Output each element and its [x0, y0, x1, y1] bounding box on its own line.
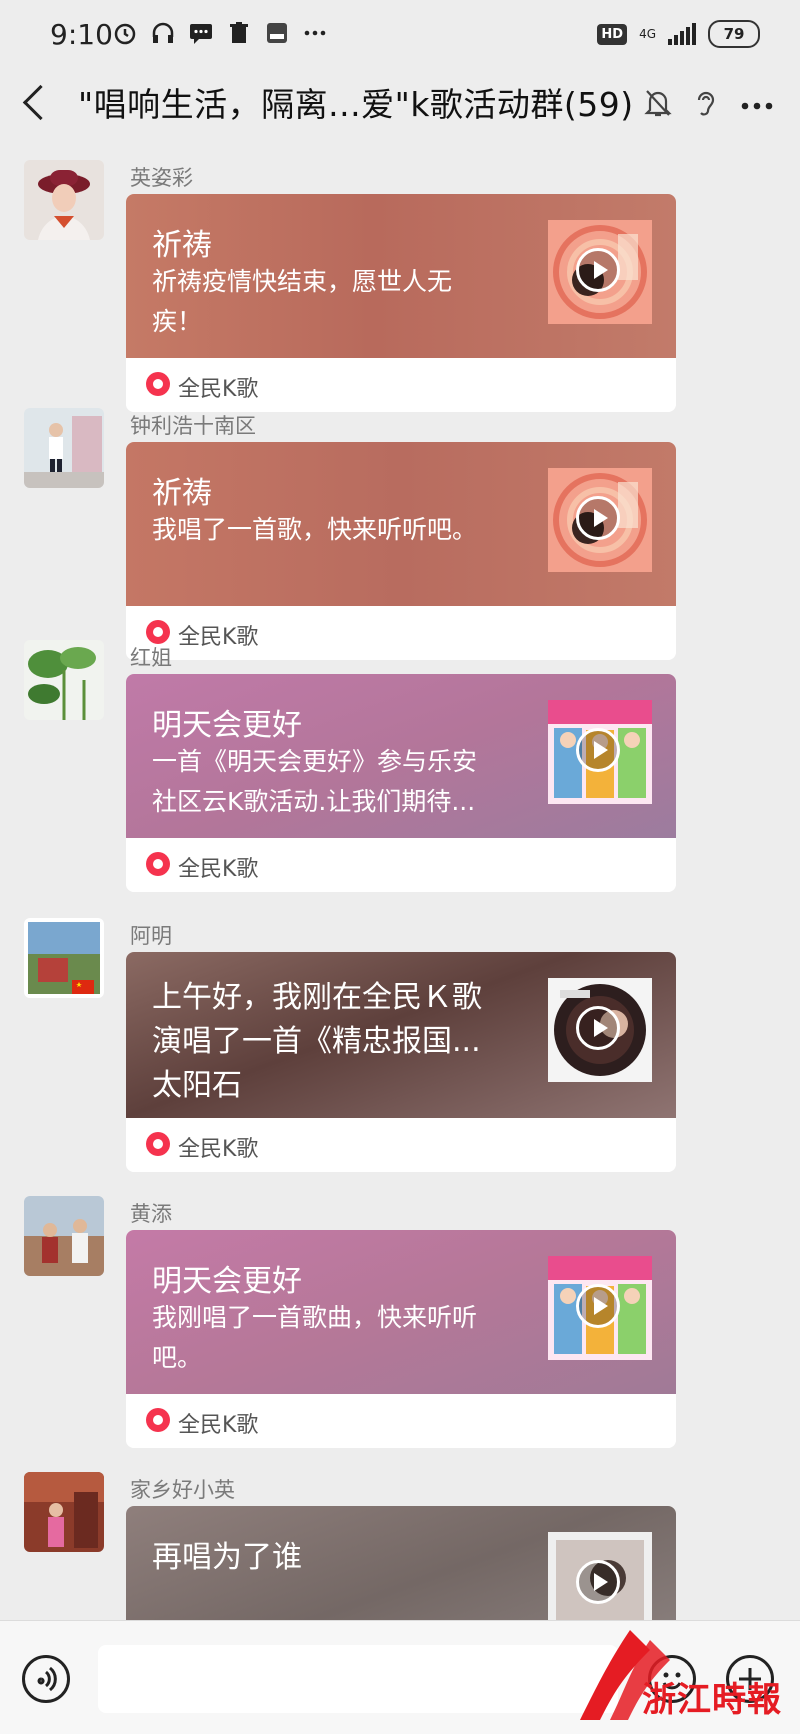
song-description: 祈祷疫情快结束，愿世人无 疾！ — [152, 267, 453, 336]
chat-message: 红姐 明天会更好 一首《明天会更好》参与乐安 社区云K歌活动.让我们期待... … — [0, 630, 800, 900]
album-cover[interactable] — [548, 220, 652, 324]
chat-message: 英姿彩 祈祷 祈祷疫情快结束，愿世人无 疾！ 全民K歌 — [0, 150, 800, 420]
chat-message: 黄添 明天会更好 我刚唱了一首歌曲，快来听听 吧。 全民K歌 — [0, 1186, 800, 1456]
message-icon — [188, 20, 214, 46]
play-icon[interactable] — [576, 1284, 620, 1328]
card-footer: 全民K歌 — [126, 1118, 676, 1172]
card-body: 祈祷 我唱了一首歌，快来听听吧。 — [126, 442, 676, 606]
play-icon[interactable] — [576, 496, 620, 540]
song-share-card[interactable]: 明天会更好 我刚唱了一首歌曲，快来听听 吧。 全民K歌 — [126, 1230, 676, 1448]
card-body: 上午好，我刚在全民Ｋ歌 演唱了一首《精忠报国... 太阳石 — [126, 952, 676, 1118]
album-cover[interactable] — [548, 978, 652, 1082]
app-name: 全民K歌 — [178, 857, 259, 882]
header-actions — [644, 88, 774, 122]
song-share-card[interactable]: 再唱为了谁 — [126, 1506, 676, 1620]
battery-icon: 79 — [708, 20, 760, 48]
song-title: 祈祷 — [152, 228, 212, 263]
play-icon[interactable] — [576, 248, 620, 292]
card-body: 明天会更好 我刚唱了一首歌曲，快来听听 吧。 — [126, 1230, 676, 1394]
avatar[interactable] — [24, 160, 104, 240]
page-title: "唱响生活，隔离...爱"k歌活动群(59) — [78, 85, 634, 124]
sender-name: 家乡好小英 — [130, 1478, 235, 1502]
chat-message: 家乡好小英 再唱为了谁 — [0, 1462, 800, 1620]
status-time: 9:10 — [50, 18, 113, 51]
notification-icons — [112, 20, 328, 46]
sender-name: 英姿彩 — [130, 166, 193, 190]
message-input[interactable] — [98, 1645, 618, 1713]
song-share-card[interactable]: 祈祷 我唱了一首歌，快来听听吧。 全民K歌 — [126, 442, 676, 660]
chat-message: 阿明 上午好，我刚在全民Ｋ歌 演唱了一首《精忠报国... 太阳石 全民K歌 — [0, 908, 800, 1178]
mute-icon[interactable] — [644, 88, 672, 122]
signal-icon — [668, 23, 696, 45]
album-cover[interactable] — [548, 1256, 652, 1360]
song-title: 明天会更好 — [152, 1264, 302, 1299]
song-share-card[interactable]: 明天会更好 一首《明天会更好》参与乐安 社区云K歌活动.让我们期待... 全民K… — [126, 674, 676, 892]
album-cover[interactable] — [548, 1532, 652, 1620]
quanmin-kge-icon — [146, 852, 170, 876]
quanmin-kge-icon — [146, 372, 170, 396]
watermark-text: 浙江時報 — [642, 1680, 782, 1720]
sender-name: 黄添 — [130, 1202, 172, 1226]
card-body: 祈祷 祈祷疫情快结束，愿世人无 疾！ — [126, 194, 676, 358]
back-icon[interactable] — [22, 84, 59, 121]
voice-input-icon[interactable] — [22, 1655, 70, 1703]
chat-list[interactable]: 英姿彩 祈祷 祈祷疫情快结束，愿世人无 疾！ 全民K歌 钟利浩十南区 祈祷 我唱… — [0, 150, 800, 1620]
quanmin-kge-icon — [146, 1132, 170, 1156]
song-description: 我唱了一首歌，快来听听吧。 — [152, 515, 478, 544]
card-body: 再唱为了谁 — [126, 1506, 676, 1620]
trash-icon — [226, 20, 252, 46]
system-indicators: HD 4G 79 — [597, 20, 760, 48]
headset-icon — [150, 20, 176, 46]
song-description: 一首《明天会更好》参与乐安 社区云K歌活动.让我们期待... — [152, 747, 478, 816]
card-footer: 全民K歌 — [126, 1394, 676, 1448]
song-share-card[interactable]: 祈祷 祈祷疫情快结束，愿世人无 疾！ 全民K歌 — [126, 194, 676, 412]
play-icon[interactable] — [576, 1006, 620, 1050]
alarm-icon — [112, 20, 138, 46]
song-title: 明天会更好 — [152, 708, 302, 743]
hd-badge: HD — [597, 23, 628, 45]
more-options-icon[interactable] — [740, 96, 774, 115]
ear-icon[interactable] — [694, 88, 718, 122]
song-title: 再唱为了谁 — [152, 1540, 302, 1575]
status-bar: 9:10 HD 4G 79 — [0, 0, 800, 72]
avatar[interactable] — [24, 640, 104, 720]
album-cover[interactable] — [548, 468, 652, 572]
song-share-card[interactable]: 上午好，我刚在全民Ｋ歌 演唱了一首《精忠报国... 太阳石 全民K歌 — [126, 952, 676, 1172]
play-icon[interactable] — [576, 1560, 620, 1604]
app-name: 全民K歌 — [178, 1137, 259, 1162]
avatar[interactable] — [24, 918, 104, 998]
app-name: 全民K歌 — [178, 1413, 259, 1438]
song-description: 我刚唱了一首歌曲，快来听听 吧。 — [152, 1303, 478, 1372]
more-notifications-icon — [302, 20, 328, 46]
network-type: 4G — [639, 27, 656, 41]
sender-name: 红姐 — [130, 646, 172, 670]
mi-app-icon — [264, 20, 290, 46]
album-cover[interactable] — [548, 700, 652, 804]
card-footer: 全民K歌 — [126, 838, 676, 892]
sender-name: 阿明 — [130, 924, 172, 948]
newspaper-watermark: 浙江時報 — [570, 1620, 790, 1730]
song-description: 上午好，我刚在全民Ｋ歌 演唱了一首《精忠报国... 太阳石 — [152, 980, 482, 1103]
chat-message: 钟利浩十南区 祈祷 我唱了一首歌，快来听听吧。 全民K歌 — [0, 398, 800, 668]
avatar[interactable] — [24, 1472, 104, 1552]
avatar[interactable] — [24, 1196, 104, 1276]
quanmin-kge-icon — [146, 1408, 170, 1432]
card-body: 明天会更好 一首《明天会更好》参与乐安 社区云K歌活动.让我们期待... — [126, 674, 676, 838]
play-icon[interactable] — [576, 728, 620, 772]
sender-name: 钟利浩十南区 — [130, 414, 256, 438]
avatar[interactable] — [24, 408, 104, 488]
song-title: 祈祷 — [152, 476, 212, 511]
